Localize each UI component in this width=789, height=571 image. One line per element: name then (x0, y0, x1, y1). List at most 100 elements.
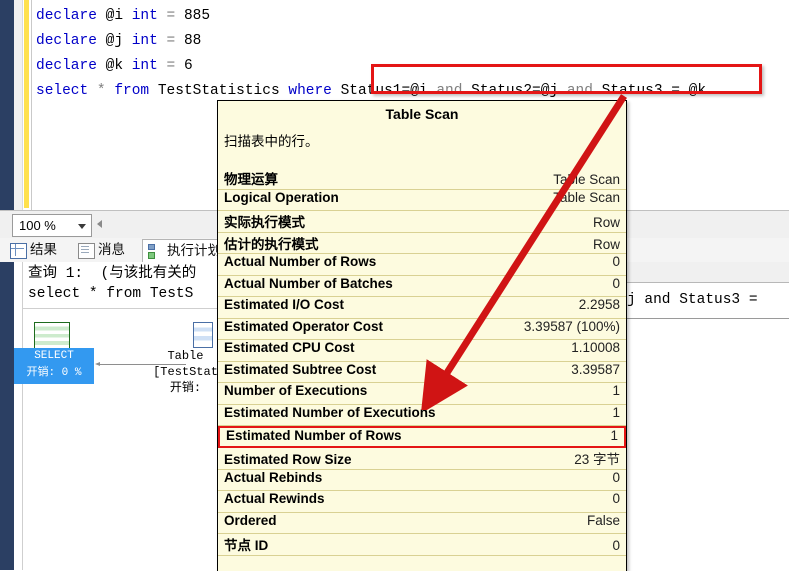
tooltip-row: 实际执行模式 Row (218, 211, 626, 233)
tooltip-row: Actual Rewinds 0 (218, 491, 626, 513)
grid-icon (10, 243, 27, 259)
code-token: @j (105, 33, 132, 49)
tooltip-property-key: 实际执行模式 (224, 215, 305, 230)
code-token: int (131, 58, 167, 74)
tooltip-property-key: Actual Number of Rows (224, 254, 377, 269)
tooltip-property-key: 节点 ID (224, 538, 269, 553)
execution-plan-icon (147, 244, 162, 259)
tab-grid[interactable]: 结果 (6, 239, 65, 261)
code-token: TestStatistics (157, 83, 289, 99)
plan-node-table-line1: Table (167, 349, 204, 363)
tooltip-property-key: Estimated Number of Executions (224, 404, 436, 420)
right-fragment-divider (627, 318, 789, 319)
code-token: 885 (183, 8, 211, 24)
tooltip-property-key: Logical Operation (224, 189, 339, 205)
tooltip-property-value: 3.39587 (100%) (523, 318, 620, 334)
code-token: 88 (183, 33, 202, 49)
tooltip-property-key: Number of Executions (224, 383, 368, 398)
unsaved-change-indicator (24, 0, 29, 208)
tooltip-row: Ordered False (218, 512, 626, 534)
tooltip-row: Logical Operation Table Scan (218, 189, 626, 211)
plan-node-table-line2: [TestStat (153, 365, 218, 379)
tooltip-property-value: 0 (612, 254, 620, 269)
editor-gutter (14, 0, 23, 210)
tab-label: 结果 (30, 242, 57, 257)
query-cost-header: 查询 1: (与该批有关的 (28, 266, 197, 282)
tooltip-property-key: Estimated Number of Rows (226, 428, 402, 443)
zoom-level-dropdown[interactable]: 100 % (12, 214, 92, 237)
tooltip-property-key: 估计的执行模式 (224, 236, 319, 252)
tooltip-description: 扫描表中的行。 (224, 134, 319, 149)
code-token: = (166, 58, 184, 74)
code-token: where (288, 83, 341, 99)
plan-node-select[interactable]: SELECT 开销: 0 % (14, 348, 94, 384)
tab-message[interactable]: 消息 (74, 239, 133, 261)
tooltip-row-highlighted: Estimated Number of Rows 1 (218, 426, 626, 448)
tab-label: 消息 (98, 242, 125, 257)
plan-node-select-title: SELECT (34, 350, 74, 362)
code-token: @i (105, 8, 132, 24)
code-token: @k (105, 58, 132, 74)
code-token: int (131, 33, 167, 49)
code-token: int (131, 8, 167, 24)
plan-left-border (0, 262, 14, 570)
tooltip-property-value: False (586, 512, 620, 528)
plan-node-select-cost: 开销: 0 % (26, 367, 82, 379)
tooltip-row: Estimated I/O Cost 2.2958 (218, 297, 626, 319)
tooltip-row: 物理运算 Table Scan (218, 168, 626, 190)
tooltip-property-value: Row (592, 215, 620, 230)
tooltip-property-value: 0 (612, 491, 620, 506)
tooltip-property-value: 0 (612, 538, 620, 553)
code-token: 6 (183, 58, 193, 74)
tooltip-row: Actual Rebinds 0 (218, 469, 626, 491)
editor-gutter-separator (31, 0, 32, 210)
chevron-down-icon (78, 224, 86, 229)
tooltip-property-value: 2.2958 (578, 297, 620, 312)
tooltip-property-key: Estimated Row Size (224, 452, 352, 467)
code-token: declare (36, 8, 106, 24)
code-token: declare (36, 58, 106, 74)
zoom-level-value: 100 % (19, 218, 56, 233)
tooltip-property-value: 23 字节 (574, 452, 620, 467)
tooltip-property-key: Ordered (224, 512, 277, 528)
tooltip-property-value: 1 (612, 404, 620, 420)
tooltip-row: Estimated Row Size 23 字节 (218, 448, 626, 470)
tooltip-property-value: Table Scan (553, 172, 620, 187)
tooltip-row: Number of Executions 1 (218, 383, 626, 405)
right-fragment-toolbar (627, 262, 789, 283)
tooltip-property-table: 物理运算 Table Scan Logical Operation Table Sca… (218, 168, 626, 556)
right-fragment-text: j and Status3 = (627, 292, 758, 308)
select-operator-icon (34, 322, 70, 350)
annotation-box-where-clause (371, 64, 762, 94)
tooltip-property-key: Estimated I/O Cost (224, 297, 345, 312)
message-icon (78, 243, 95, 259)
tooltip-property-key: Estimated CPU Cost (224, 340, 355, 355)
right-editor-fragment: j and Status3 = (626, 262, 789, 324)
tooltip-property-key: Actual Rewinds (224, 491, 325, 506)
tooltip-row: 估计的执行模式 Row (218, 233, 626, 254)
code-line-2: declare @j int = 88 (36, 29, 789, 54)
code-line-1: declare @i int = 885 (36, 4, 789, 29)
code-token: declare (36, 33, 106, 49)
tooltip-row: Estimated Number of Executions 1 (218, 404, 626, 426)
plan-node-table-scan[interactable]: Table [TestStat 开销: (148, 348, 223, 396)
tooltip-row: Actual Number of Rows 0 (218, 254, 626, 276)
tooltip-row: Estimated CPU Cost 1.10008 (218, 340, 626, 362)
split-left-arrow-icon[interactable] (97, 220, 102, 228)
code-token: = (166, 33, 184, 49)
tooltip-property-value: 1.10008 (571, 340, 620, 355)
tooltip-property-value: 1 (612, 383, 620, 398)
query-statement-text: select * from TestS (28, 286, 194, 302)
code-token: * (96, 83, 115, 99)
editor-left-border (0, 0, 14, 210)
tab-label: 执行计划 (167, 243, 221, 258)
tooltip-row: 节点 ID 0 (218, 534, 626, 556)
tooltip-property-value: 0 (612, 469, 620, 485)
tooltip-row: Estimated Operator Cost 3.39587 (100%) (218, 318, 626, 340)
plan-node-table-line3: 开销: (169, 381, 202, 395)
table-scan-operator-icon (193, 322, 213, 348)
tooltip-property-value: 3.39587 (571, 361, 620, 377)
tooltip-property-value: 0 (612, 275, 620, 291)
code-token: select (36, 83, 97, 99)
tooltip-property-key: Estimated Subtree Cost (224, 361, 377, 377)
